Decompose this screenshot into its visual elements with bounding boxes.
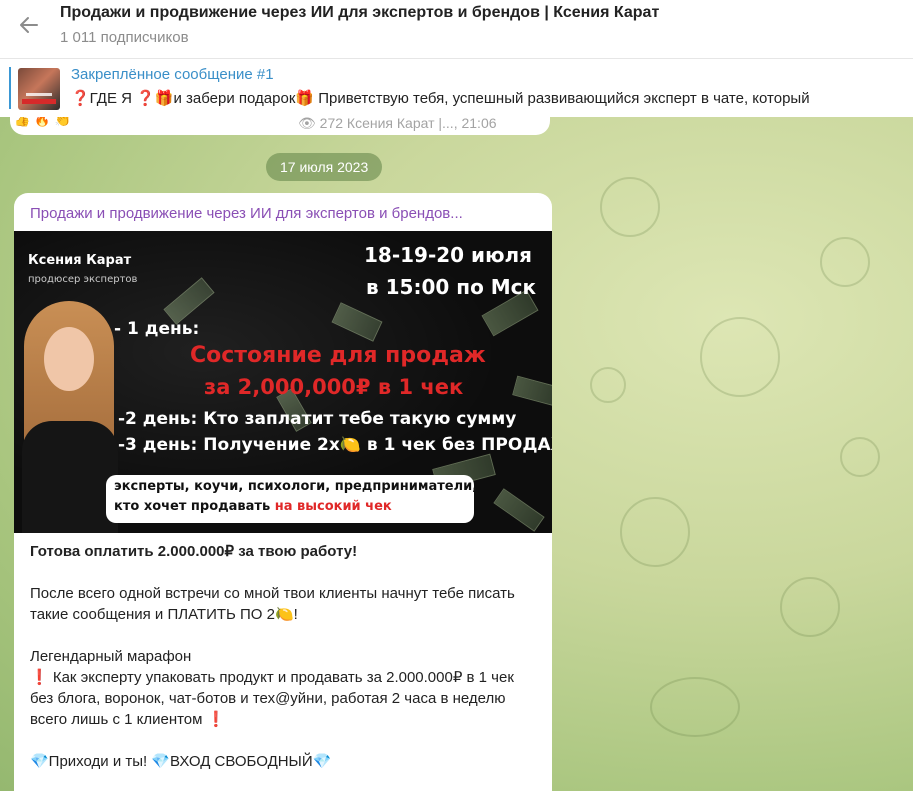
banner-day1: - 1 день:: [114, 319, 200, 339]
pinned-thumbnail: [18, 68, 60, 110]
chat-area[interactable]: 👍 🔥 👏 👁 272 Ксения Карат |..., 21:06 17 …: [0, 117, 913, 791]
banner-time: в 15:00 по Мск: [366, 275, 537, 299]
banner-day2: -2 день: Кто заплатит тебе такую сумму: [118, 409, 517, 429]
post-text: Готова оплатить 2.000.000₽ за твою работ…: [30, 541, 540, 791]
channel-title[interactable]: Продажи и продвижение через ИИ для экспе…: [60, 4, 659, 22]
reactions[interactable]: 👍 🔥 👏: [14, 117, 71, 128]
post-paragraph: После всего одной встречи со мной твои к…: [30, 585, 515, 623]
back-arrow-icon: [20, 17, 38, 33]
post-sender[interactable]: Продажи и продвижение через ИИ для экспе…: [30, 205, 463, 222]
banner-audience-text: кто хочет продавать: [114, 499, 271, 514]
post-paragraph-title: Легендарный марафон: [30, 648, 192, 665]
post-paragraph: ❗ Как эксперту упаковать продукт и прода…: [30, 669, 514, 728]
pinned-title: Закреплённое сообщение #1: [71, 66, 274, 83]
banner-dates: 18-19-20 июля: [364, 243, 533, 267]
banner-audience-line2: кто хочет продавать на высокий чек: [114, 499, 392, 514]
channel-post[interactable]: Продажи и продвижение через ИИ для экспе…: [14, 193, 552, 791]
banner-role: продюсер экспертов: [28, 274, 138, 285]
channel-header: Продажи и продвижение через ИИ для экспе…: [0, 0, 913, 58]
pinned-text: ❓ГДЕ Я ❓🎁и забери подарок🎁 Приветствую т…: [71, 90, 810, 107]
banner-headline-2: за 2,000,000₽ в 1 чек: [204, 375, 464, 399]
post-paragraph: Готова оплатить 2.000.000₽ за твою работ…: [30, 543, 358, 560]
post-paragraph: 💎Приходи и ты! 💎ВХОД СВОБОДНЫЙ💎: [30, 753, 332, 770]
post-image[interactable]: Ксения Карат продюсер экспертов 18-19-20…: [14, 231, 552, 533]
pinned-indicator: [9, 67, 11, 109]
pinned-message-bar[interactable]: Закреплённое сообщение #1 ❓ГДЕ Я ❓🎁и заб…: [0, 58, 913, 116]
date-separator: 17 июля 2023: [266, 153, 383, 181]
view-count: 272: [319, 117, 344, 131]
author-time: Ксения Карат |..., 21:06: [346, 117, 497, 131]
back-button[interactable]: [12, 8, 46, 42]
banner-audience-highlight: на высокий чек: [274, 499, 392, 514]
banner-audience-line1: эксперты, коучи, психологи, предпринимат…: [114, 479, 478, 494]
message-meta: 👁 272 Ксения Карат |..., 21:06: [298, 117, 497, 132]
banner-day3: -3 день: Получение 2х🍋 в 1 чек без ПРОДА…: [118, 435, 552, 455]
subscriber-count: 1 011 подписчиков: [60, 29, 189, 46]
eye-icon: 👁: [298, 117, 316, 131]
banner-headline-1: Состояние для продаж: [190, 343, 486, 368]
banner-name: Ксения Карат: [28, 253, 132, 268]
